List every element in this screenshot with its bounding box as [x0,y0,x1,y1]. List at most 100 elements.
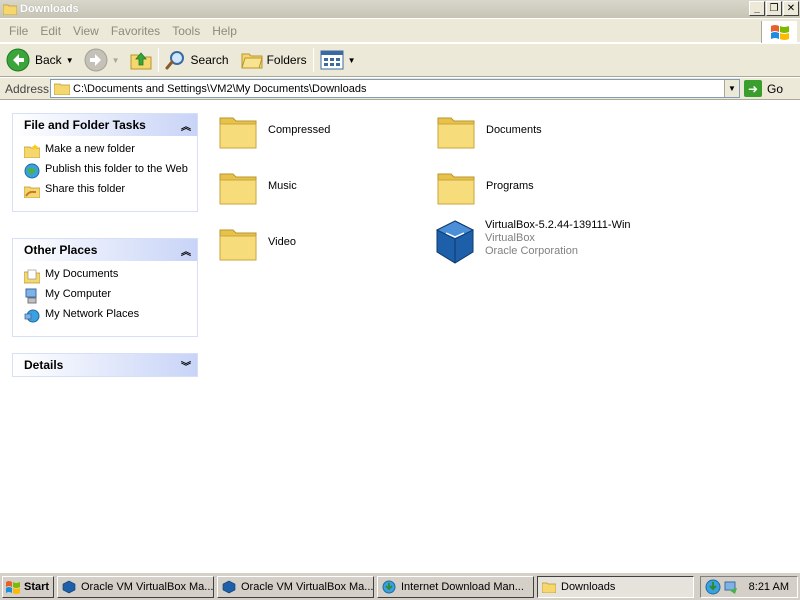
folder-icon [219,173,257,205]
network-tray-icon[interactable] [705,579,721,595]
taskbar-item-idm[interactable]: Internet Download Man... [377,575,534,598]
start-button[interactable]: Start [2,575,54,598]
new-folder-icon [24,143,40,159]
forward-arrow-icon [84,48,108,72]
back-button[interactable]: Back ▼ [3,46,77,74]
my-documents-icon [24,268,40,284]
folder-icon [3,4,17,15]
menu-edit[interactable]: Edit [34,24,67,38]
folders-label: Folders [266,53,307,67]
address-value: C:\Documents and Settings\VM2\My Documen… [73,82,367,95]
folder-video[interactable]: Video [218,224,296,262]
folders-icon [240,53,263,69]
taskbar: Start Oracle VM VirtualBox Ma... Oracle … [0,572,800,600]
folder-icon [219,117,257,149]
menu-view[interactable]: View [67,24,105,38]
back-label: Back [35,53,62,67]
taskbar-item-virtualbox-1[interactable]: Oracle VM VirtualBox Ma... [57,575,214,598]
expand-icon[interactable]: ︾ [181,358,191,373]
details-header[interactable]: Details ︾ [13,354,197,376]
clock[interactable]: 8:21 AM [749,581,789,593]
collapse-icon[interactable]: ︽ [181,118,191,133]
collapse-icon[interactable]: ︽ [181,243,191,258]
menu-help[interactable]: Help [206,24,243,38]
folder-icon [437,173,475,205]
search-icon [165,51,184,70]
file-company: Oracle Corporation [485,245,578,257]
details-panel: Details ︾ [12,353,198,377]
maximize-button[interactable]: ❐ [766,1,782,16]
title-bar[interactable]: Downloads _ ❐ ✕ [0,0,800,18]
windows-logo [761,21,797,43]
file-folder-tasks-header[interactable]: File and Folder Tasks ︽ [13,114,197,136]
file-folder-tasks-panel: File and Folder Tasks ︽ Make a new folde… [12,113,198,212]
panel-title: Details [24,358,64,372]
back-dropdown-icon[interactable]: ▼ [66,56,74,65]
panel-title: File and Folder Tasks [24,118,146,132]
folder-icon [437,117,475,149]
menu-file[interactable]: File [3,24,34,38]
share-folder-icon [24,183,40,199]
up-folder-button[interactable] [127,46,155,74]
window-title: Downloads [20,3,79,15]
toolbar-separator-2 [312,48,314,72]
place-my-computer[interactable]: My Computer [24,288,191,304]
folders-button[interactable]: Folders [238,46,310,74]
views-dropdown-icon[interactable]: ▼ [348,56,356,65]
menu-favorites[interactable]: Favorites [105,24,166,38]
menu-tools[interactable]: Tools [166,24,206,38]
content-area: File and Folder Tasks ︽ Make a new folde… [0,101,800,570]
other-places-header[interactable]: Other Places ︽ [13,239,197,261]
other-places-panel: Other Places ︽ My Documents My Computer [12,238,198,337]
windows-flag-icon [6,580,20,594]
task-publish-web[interactable]: Publish this folder to the Web [24,163,191,179]
go-label: Go [767,81,784,96]
start-label: Start [24,580,50,593]
go-button[interactable]: ➜ Go [744,79,783,98]
virtualbox-icon [222,580,236,594]
address-dropdown-icon[interactable]: ▼ [724,80,739,97]
my-computer-icon [24,288,40,304]
folder-music[interactable]: Music [218,168,297,206]
forward-dropdown-icon[interactable]: ▼ [112,56,120,65]
panel-title: Other Places [24,243,98,257]
address-bar: Address C:\Documents and Settings\VM2\My… [0,78,800,100]
taskbar-item-virtualbox-2[interactable]: Oracle VM VirtualBox Ma... [217,575,374,598]
address-label: Address [5,81,50,96]
taskbar-item-downloads[interactable]: Downloads [537,575,694,598]
address-input[interactable]: C:\Documents and Settings\VM2\My Documen… [50,79,740,98]
views-button[interactable]: ▼ [317,46,359,74]
file-description: VirtualBox [485,232,535,244]
folder-compressed[interactable]: Compressed [218,112,330,150]
folder-icon [54,83,70,95]
place-my-network[interactable]: My Network Places [24,308,191,324]
task-share-folder[interactable]: Share this folder [24,183,191,199]
tray-app-icon[interactable] [723,579,739,595]
folder-icon [219,229,257,261]
forward-button[interactable]: ▼ [81,46,123,74]
toolbar: Back ▼ ▼ Search Folders ▼ [0,44,800,77]
back-arrow-icon [6,48,30,72]
folder-programs[interactable]: Programs [436,168,534,206]
folder-icon [542,580,556,594]
place-my-documents[interactable]: My Documents [24,268,191,284]
search-label: Search [190,53,229,67]
minimize-button[interactable]: _ [749,1,765,16]
close-button[interactable]: ✕ [783,1,799,16]
publish-web-icon [24,163,40,179]
task-make-new-folder[interactable]: Make a new folder [24,143,191,159]
search-button[interactable]: Search [162,46,232,74]
folder-documents[interactable]: Documents [436,112,542,150]
virtualbox-icon [62,580,76,594]
menu-bar: File Edit View Favorites Tools Help [0,19,800,43]
file-name: VirtualBox-5.2.44-139111-Win [485,219,631,231]
idm-icon [382,580,396,594]
windows-flag-icon [770,25,789,40]
network-places-icon [24,308,40,324]
toolbar-separator [157,48,159,72]
file-virtualbox-installer[interactable]: VirtualBox-5.2.44-139111-Win VirtualBox … [434,219,631,265]
virtualbox-icon [435,220,475,264]
views-icon [320,50,344,70]
go-arrow-icon: ➜ [744,80,762,97]
up-folder-icon [130,52,152,70]
